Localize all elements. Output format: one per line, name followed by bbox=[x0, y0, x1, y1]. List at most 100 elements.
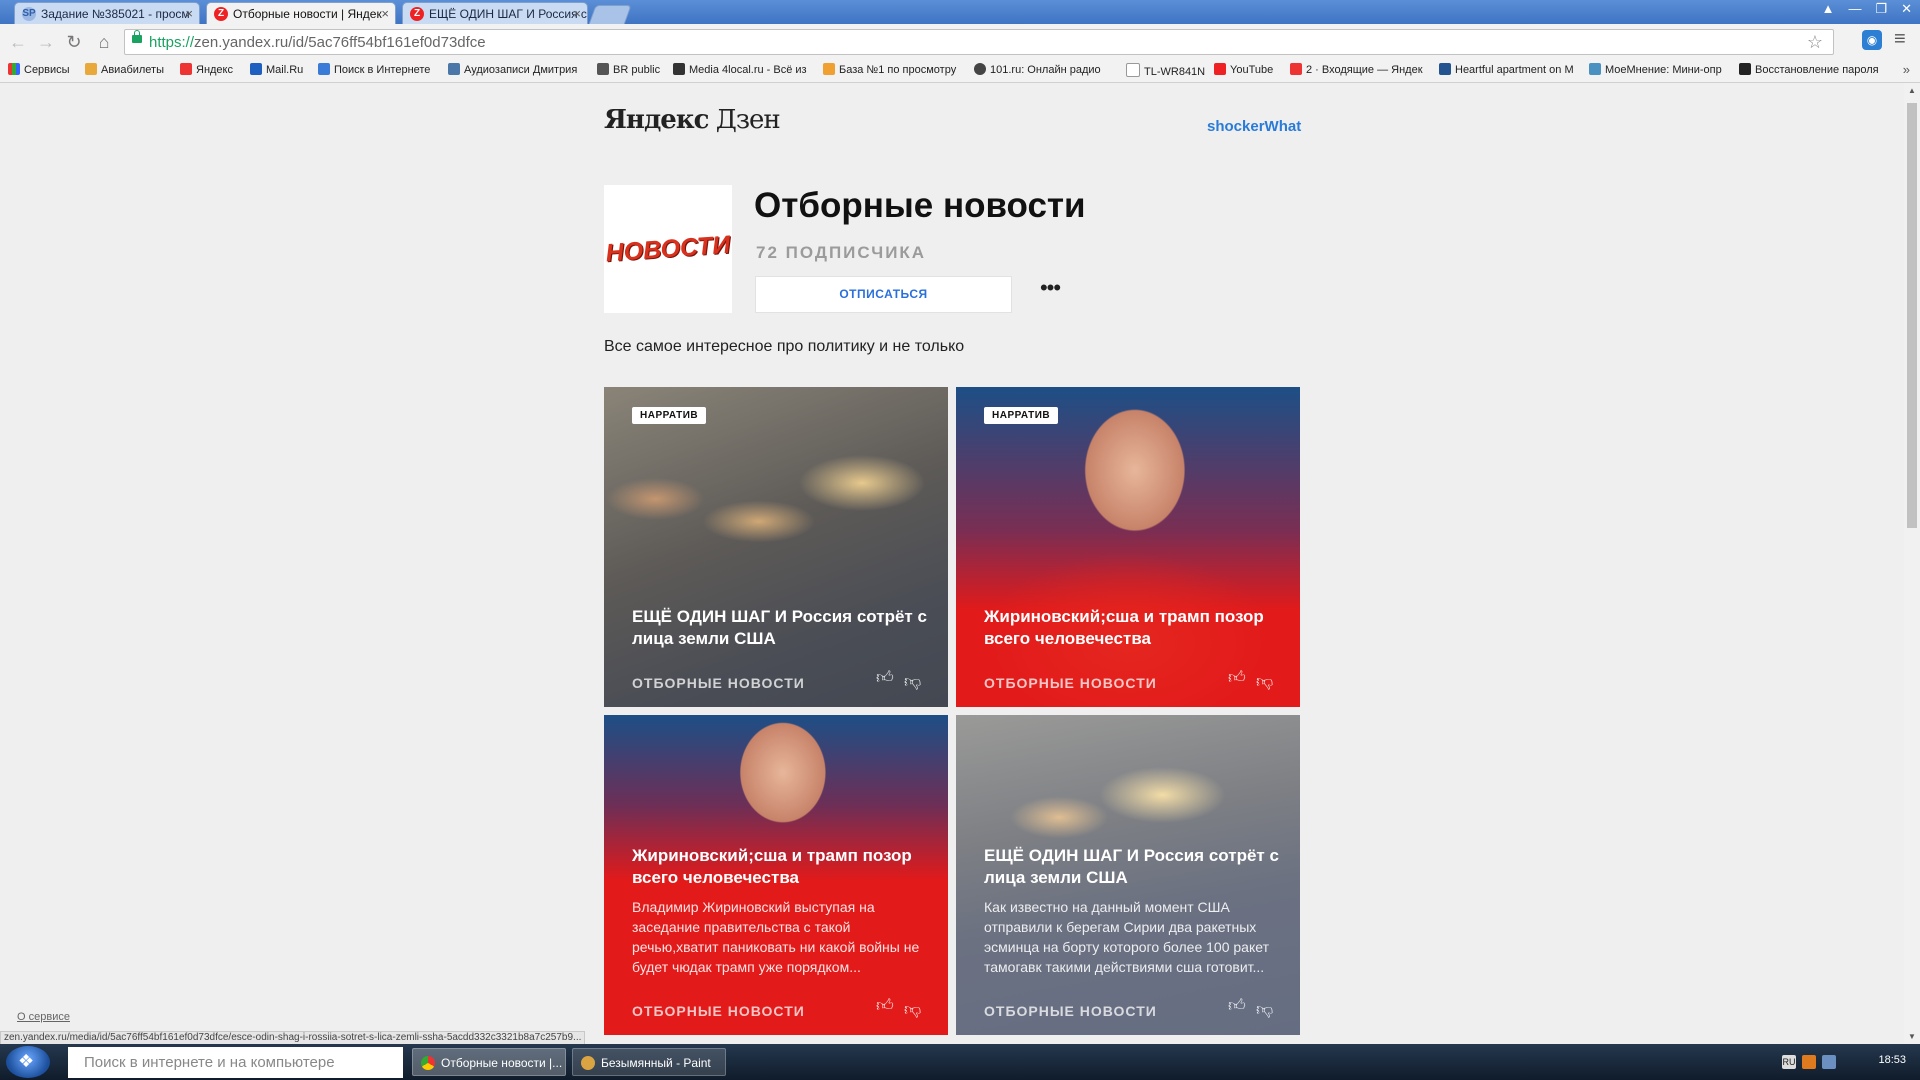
address-bar[interactable]: https://zen.yandex.ru/id/5ac76ff54bf161e… bbox=[124, 29, 1834, 55]
page-icon bbox=[1126, 63, 1140, 77]
apps-icon bbox=[8, 63, 20, 75]
yandex-icon bbox=[180, 63, 192, 75]
bookmark-item[interactable]: Heartful apartment on M bbox=[1439, 63, 1575, 76]
tab-zen-channel[interactable]: Z Отборные новости | Яндек × bbox=[206, 2, 396, 24]
vk-icon bbox=[448, 63, 460, 75]
user-link[interactable]: shockerWhat bbox=[1207, 118, 1301, 135]
scroll-down-icon[interactable]: ▼ bbox=[1908, 1032, 1916, 1041]
menu-icon[interactable]: ≡ bbox=[1894, 28, 1906, 51]
bookmark-item[interactable]: Сервисы bbox=[8, 63, 70, 76]
narrative-badge: НАРРАТИВ bbox=[632, 407, 707, 424]
taskbar-search-input[interactable]: Поиск в интернете и на компьютере bbox=[68, 1047, 403, 1078]
channel-description: Все самое интересное про политику и не т… bbox=[604, 338, 965, 355]
card-title[interactable]: Жириновский;сша и трамп позор всего чело… bbox=[984, 606, 1279, 650]
url-text[interactable]: https://zen.yandex.ru/id/5ac76ff54bf161e… bbox=[149, 34, 486, 51]
dislike-icon[interactable]: 👎︎ bbox=[904, 671, 921, 692]
close-icon[interactable]: × bbox=[573, 6, 581, 21]
mailru-icon bbox=[250, 63, 262, 75]
user-icon[interactable]: ▲ bbox=[1822, 1, 1835, 17]
bookmark-item[interactable]: База №1 по просмотру bbox=[823, 63, 961, 76]
cat-icon bbox=[823, 63, 835, 75]
taskbar-item-paint[interactable]: Безымянный - Paint bbox=[572, 1048, 726, 1076]
article-card[interactable]: НАРРАТИВ ЕЩЁ ОДИН ШАГ И Россия сотрёт с … bbox=[604, 387, 948, 707]
tab-strip: SP Задание №385021 - просм × Z Отборные … bbox=[0, 0, 1920, 25]
narrative-badge: НАРРАТИВ bbox=[984, 407, 1059, 424]
taskbar-item-chrome[interactable]: Отборные новости |... bbox=[412, 1048, 566, 1076]
scroll-up-icon[interactable]: ▲ bbox=[1908, 86, 1916, 95]
clock[interactable]: 18:53 bbox=[1878, 1054, 1906, 1066]
zen-favicon-icon: Z bbox=[214, 7, 228, 21]
tab-title: Отборные новости | Яндек bbox=[233, 7, 382, 21]
new-tab-button[interactable] bbox=[588, 5, 632, 25]
subscriber-count: 72 ПОДПИСЧИКА bbox=[756, 243, 927, 262]
close-icon[interactable]: × bbox=[185, 6, 193, 21]
start-button[interactable] bbox=[6, 1046, 50, 1078]
yandex-mail-icon bbox=[1290, 63, 1302, 75]
more-options-icon[interactable]: ••• bbox=[1036, 277, 1064, 304]
paint-icon bbox=[581, 1056, 595, 1070]
card-title[interactable]: ЕЩЁ ОДИН ШАГ И Россия сотрёт с лица земл… bbox=[632, 606, 927, 650]
dislike-icon[interactable]: 👎︎ bbox=[1256, 671, 1273, 692]
close-icon[interactable]: × bbox=[381, 6, 389, 21]
restore-icon[interactable]: ❐ bbox=[1875, 1, 1887, 17]
card-source[interactable]: ОТБОРНЫЕ НОВОСТИ bbox=[984, 675, 1157, 691]
card-title[interactable]: ЕЩЁ ОДИН ШАГ И Россия сотрёт с лица земл… bbox=[984, 845, 1279, 889]
language-indicator[interactable]: RU bbox=[1782, 1055, 1796, 1069]
bookmark-item[interactable]: МоеМнение: Мини-опр bbox=[1589, 63, 1725, 76]
dislike-icon[interactable]: 👎︎ bbox=[904, 999, 921, 1020]
bookmark-item[interactable]: BR public bbox=[597, 63, 660, 76]
card-snippet[interactable]: Владимир Жириновский выступая на заседан… bbox=[632, 897, 927, 977]
like-icon[interactable]: 👍︎ bbox=[876, 667, 894, 688]
article-card[interactable]: Жириновский;сша и трамп позор всего чело… bbox=[604, 715, 948, 1035]
tab-title: Задание №385021 - просм bbox=[41, 7, 190, 21]
zen-logo[interactable]: Яндекс Дзен bbox=[604, 105, 781, 135]
bookmark-item[interactable]: Аудиозаписи Дмитрия bbox=[448, 63, 584, 76]
bookmark-item[interactable]: Mail.Ru bbox=[250, 63, 303, 76]
tab-article[interactable]: Z ЕЩЁ ОДИН ШАГ И Россия с × bbox=[402, 2, 588, 24]
reload-icon[interactable]: ↻ bbox=[62, 30, 86, 54]
media-icon bbox=[673, 63, 685, 75]
plane-icon bbox=[85, 63, 97, 75]
forward-arrow-icon[interactable]: → bbox=[34, 30, 58, 54]
page-scrollbar[interactable]: ▲ ▼ bbox=[1904, 83, 1920, 1044]
like-icon[interactable]: 👍︎ bbox=[1228, 995, 1246, 1016]
home-icon[interactable]: ⌂ bbox=[92, 30, 116, 54]
card-snippet[interactable]: Как известно на данный момент США отправ… bbox=[984, 897, 1279, 977]
like-icon[interactable]: 👍︎ bbox=[876, 995, 894, 1016]
unsubscribe-button[interactable]: ОТПИСАТЬСЯ bbox=[755, 276, 1012, 313]
bookmarks-overflow-icon[interactable]: » bbox=[1903, 62, 1910, 77]
youtube-icon bbox=[1214, 63, 1226, 75]
card-source[interactable]: ОТБОРНЫЕ НОВОСТИ bbox=[632, 675, 805, 691]
browser-toolbar: ← → ↻ ⌂ https://zen.yandex.ru/id/5ac76ff… bbox=[0, 24, 1920, 60]
bookmark-item[interactable]: Авиабилеты bbox=[85, 63, 164, 76]
scroll-thumb[interactable] bbox=[1907, 103, 1917, 528]
article-card[interactable]: ЕЩЁ ОДИН ШАГ И Россия сотрёт с лица земл… bbox=[956, 715, 1300, 1035]
close-window-icon[interactable]: ✕ bbox=[1901, 1, 1912, 17]
bookmark-item[interactable]: 101.ru: Онлайн радио bbox=[974, 63, 1112, 76]
dislike-icon[interactable]: 👎︎ bbox=[1256, 999, 1273, 1020]
back-arrow-icon[interactable]: ← bbox=[6, 30, 30, 54]
like-icon[interactable]: 👍︎ bbox=[1228, 667, 1246, 688]
card-title[interactable]: Жириновский;сша и трамп позор всего чело… bbox=[632, 845, 927, 889]
bookmark-item[interactable]: 2 · Входящие — Яндек bbox=[1290, 63, 1426, 76]
about-service-link[interactable]: О сервисе bbox=[17, 1011, 70, 1023]
bookmark-item[interactable]: Media 4local.ru - Всё из bbox=[673, 63, 811, 76]
card-source[interactable]: ОТБОРНЫЕ НОВОСТИ bbox=[632, 1003, 805, 1019]
tab-title: ЕЩЁ ОДИН ШАГ И Россия с bbox=[429, 7, 587, 21]
tab-task[interactable]: SP Задание №385021 - просм × bbox=[14, 2, 200, 24]
extension-icon[interactable]: ◉ bbox=[1862, 30, 1882, 50]
bookmark-item[interactable]: Поиск в Интернете bbox=[318, 63, 430, 76]
tray-app-icon[interactable] bbox=[1802, 1055, 1816, 1069]
minimize-icon[interactable]: — bbox=[1848, 1, 1861, 17]
bookmark-item[interactable]: Яндекс bbox=[180, 63, 233, 76]
system-tray: RU bbox=[1782, 1055, 1836, 1069]
bookmark-item[interactable]: YouTube bbox=[1214, 63, 1273, 76]
bookmark-item[interactable]: TL-WR841N bbox=[1126, 63, 1205, 78]
a-icon bbox=[1739, 63, 1751, 75]
volume-icon[interactable] bbox=[1822, 1055, 1836, 1069]
star-bookmark-icon[interactable]: ☆ bbox=[1807, 32, 1823, 53]
bookmark-item[interactable]: Восстановление пароля bbox=[1739, 63, 1889, 76]
card-source[interactable]: ОТБОРНЫЕ НОВОСТИ bbox=[984, 1003, 1157, 1019]
article-card[interactable]: НАРРАТИВ Жириновский;сша и трамп позор в… bbox=[956, 387, 1300, 707]
radio-icon bbox=[974, 63, 986, 75]
